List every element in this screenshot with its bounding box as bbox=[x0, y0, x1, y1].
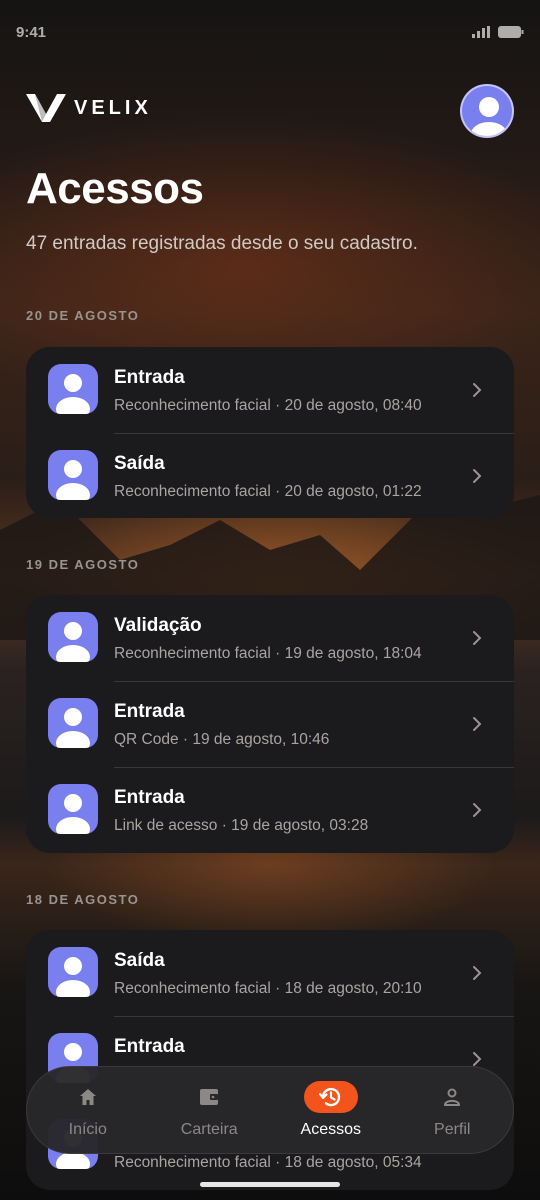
nav-label: Carteira bbox=[180, 1121, 238, 1138]
profile-avatar-button[interactable] bbox=[460, 84, 514, 138]
user-avatar bbox=[48, 947, 98, 997]
person-icon bbox=[56, 460, 90, 500]
page-title: Acessos bbox=[26, 164, 204, 213]
access-row[interactable]: Entrada Link de acesso · 19 de agosto, 0… bbox=[26, 767, 514, 853]
person-icon bbox=[56, 374, 90, 414]
person-icon bbox=[56, 708, 90, 748]
chevron-right-icon bbox=[473, 383, 482, 397]
access-detail: Reconhecimento facial · 20 de agosto, 01… bbox=[114, 483, 422, 500]
history-icon bbox=[303, 1081, 358, 1113]
status-bar: 9:41 bbox=[16, 18, 524, 46]
access-type: Validação bbox=[114, 615, 202, 636]
access-row[interactable]: Entrada Reconhecimento facial · 20 de ag… bbox=[26, 347, 514, 433]
access-type: Entrada bbox=[114, 787, 185, 808]
user-avatar bbox=[48, 364, 98, 414]
access-detail: Reconhecimento facial · 18 de agosto, 20… bbox=[114, 980, 422, 997]
access-card-19-agosto: Validação Reconhecimento facial · 19 de … bbox=[26, 595, 514, 853]
person-icon bbox=[425, 1081, 479, 1113]
section-label-18-agosto: 18 DE AGOSTO bbox=[26, 892, 140, 907]
access-row[interactable]: Saída Reconhecimento facial · 18 de agos… bbox=[26, 930, 514, 1016]
access-detail: Reconhecimento facial · 18 de agosto, 05… bbox=[114, 1154, 422, 1171]
user-avatar bbox=[48, 784, 98, 834]
bottom-navigation: Início Carteira Acessos Perfil bbox=[26, 1066, 514, 1154]
access-detail: QR Code · 19 de agosto, 10:46 bbox=[114, 731, 330, 748]
access-type: Entrada bbox=[114, 701, 185, 722]
nav-label: Acessos bbox=[300, 1121, 361, 1138]
nav-carteira[interactable]: Carteira bbox=[154, 1081, 264, 1139]
user-avatar bbox=[48, 450, 98, 500]
person-icon bbox=[56, 957, 90, 997]
user-avatar-icon bbox=[471, 97, 507, 136]
nav-inicio[interactable]: Início bbox=[33, 1081, 143, 1139]
access-detail: Reconhecimento facial · 19 de agosto, 18… bbox=[114, 645, 422, 662]
velix-logo-icon bbox=[26, 94, 66, 122]
access-type: Entrada bbox=[114, 367, 185, 388]
access-type: Saída bbox=[114, 453, 165, 474]
chevron-right-icon bbox=[473, 717, 482, 731]
home-icon bbox=[61, 1081, 115, 1113]
status-icons bbox=[472, 26, 524, 38]
signal-icon bbox=[472, 26, 490, 38]
section-label-20-agosto: 20 DE AGOSTO bbox=[26, 308, 140, 323]
nav-acessos[interactable]: Acessos bbox=[276, 1081, 386, 1139]
page-subtitle: 47 entradas registradas desde o seu cada… bbox=[26, 233, 418, 254]
section-label-19-agosto: 19 DE AGOSTO bbox=[26, 557, 140, 572]
chevron-right-icon bbox=[473, 631, 482, 645]
access-type: Saída bbox=[114, 950, 165, 971]
access-type: Entrada bbox=[114, 1036, 185, 1057]
home-indicator[interactable] bbox=[200, 1182, 340, 1187]
chevron-right-icon bbox=[473, 469, 482, 483]
access-detail: Link de acesso · 19 de agosto, 03:28 bbox=[114, 817, 369, 834]
user-avatar bbox=[48, 698, 98, 748]
access-row[interactable]: Validação Reconhecimento facial · 19 de … bbox=[26, 595, 514, 681]
brand-name: VELIX bbox=[74, 96, 152, 119]
access-detail: Reconhecimento facial · 20 de agosto, 08… bbox=[114, 397, 422, 414]
brand-logo: VELIX bbox=[26, 94, 152, 122]
nav-perfil[interactable]: Perfil bbox=[397, 1081, 507, 1139]
nav-label: Início bbox=[68, 1121, 107, 1138]
access-row[interactable]: Entrada QR Code · 19 de agosto, 10:46 bbox=[26, 681, 514, 767]
chevron-right-icon bbox=[473, 803, 482, 817]
nav-label: Perfil bbox=[434, 1121, 471, 1138]
user-avatar bbox=[48, 612, 98, 662]
person-icon bbox=[56, 794, 90, 834]
access-row[interactable]: Saída Reconhecimento facial · 20 de agos… bbox=[26, 433, 514, 518]
chevron-right-icon bbox=[473, 966, 482, 980]
battery-icon bbox=[498, 26, 524, 38]
person-icon bbox=[56, 622, 90, 662]
wallet-icon bbox=[182, 1081, 236, 1113]
access-card-20-agosto: Entrada Reconhecimento facial · 20 de ag… bbox=[26, 347, 514, 518]
status-time: 9:41 bbox=[16, 23, 47, 41]
